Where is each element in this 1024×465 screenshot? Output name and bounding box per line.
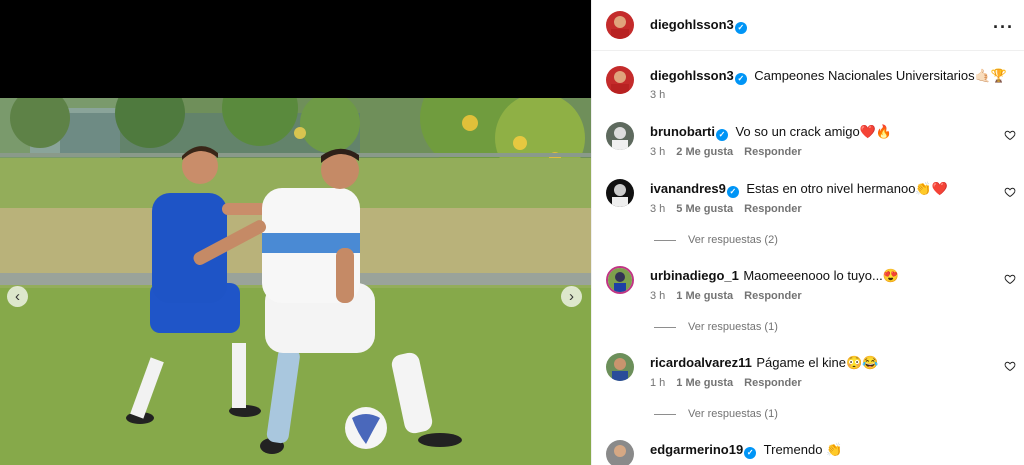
comment-username[interactable]: urbinadiego_1 bbox=[650, 268, 739, 283]
reply-button[interactable]: Responder bbox=[744, 146, 801, 158]
comment-username[interactable]: edgarmerino19 bbox=[650, 442, 743, 457]
comments-panel: diegohlsson3 ✓ ··· diegohlsson3 ✓ Campeone… bbox=[591, 0, 1024, 465]
commenter-avatar[interactable] bbox=[606, 353, 634, 381]
comment-likes[interactable]: 2 Me gusta bbox=[676, 146, 733, 158]
view-replies-button[interactable]: Ver respuestas (1) bbox=[654, 408, 778, 420]
divider bbox=[654, 239, 676, 241]
verified-badge-icon: ✓ bbox=[716, 129, 728, 141]
divider bbox=[654, 326, 676, 328]
comment-likes[interactable]: 5 Me gusta bbox=[676, 203, 733, 215]
verified-badge-icon: ✓ bbox=[734, 73, 747, 85]
heart-icon[interactable] bbox=[1004, 273, 1016, 285]
caption: diegohlsson3 ✓ Campeones Nacionales Unive… bbox=[650, 67, 1007, 85]
author-avatar[interactable] bbox=[606, 66, 634, 94]
reply-button[interactable]: Responder bbox=[744, 377, 801, 389]
view-replies-label: Ver respuestas (1) bbox=[688, 321, 778, 333]
author-avatar[interactable] bbox=[606, 11, 634, 39]
comment-time: 3 h bbox=[650, 290, 666, 302]
caption-username[interactable]: diegohlsson3 bbox=[650, 68, 734, 83]
comment: brunobarti ✓ Vo so un crack amigo❤️🔥 bbox=[650, 123, 892, 141]
heart-icon[interactable] bbox=[1004, 360, 1016, 372]
comment-likes[interactable]: 1 Me gusta bbox=[676, 377, 733, 389]
comment-text: Tremendo 👏 bbox=[763, 442, 843, 457]
comment-text: Maomeeenooo lo tuyo...😍 bbox=[743, 268, 899, 283]
comment-username[interactable]: ricardoalvarez11 bbox=[650, 355, 752, 370]
caption-text: Campeones Nacionales Universitarios🤙🏻🏆 bbox=[754, 68, 1008, 83]
verified-badge-icon: ✓ bbox=[744, 447, 757, 459]
comment-meta: 3 h 2 Me gusta Responder bbox=[650, 146, 813, 158]
comment: ivanandres9 ✓ Estas en otro nivel hermano… bbox=[650, 180, 948, 198]
comment-time: 3 h bbox=[650, 203, 666, 215]
comment-meta: 3 h 1 Me gusta Responder bbox=[650, 290, 813, 302]
author-username[interactable]: diegohlsson3 bbox=[650, 17, 734, 32]
verified-badge-icon: ✓ bbox=[726, 186, 739, 198]
heart-icon[interactable] bbox=[1004, 129, 1016, 141]
commenter-avatar[interactable] bbox=[606, 179, 634, 207]
comment: ricardoalvarez11 Págame el kine😳😂 bbox=[650, 354, 878, 372]
view-replies-label: Ver respuestas (1) bbox=[688, 408, 778, 420]
comment-text: Págame el kine😳😂 bbox=[756, 355, 879, 370]
comment-text: Estas en otro nivel hermanoo👏❤️ bbox=[746, 181, 948, 196]
heart-icon[interactable] bbox=[1004, 186, 1016, 198]
chevron-left-icon[interactable]: ‹ bbox=[7, 286, 28, 307]
post-photo[interactable] bbox=[0, 98, 591, 465]
divider bbox=[654, 413, 676, 415]
comment: urbinadiego_1 Maomeeenooo lo tuyo...😍 bbox=[650, 267, 899, 285]
view-replies-button[interactable]: Ver respuestas (2) bbox=[654, 234, 778, 246]
comment-time: 1 h bbox=[650, 377, 666, 389]
comment-text: Vo so un crack amigo❤️🔥 bbox=[735, 124, 893, 139]
more-options-icon[interactable]: ··· bbox=[993, 17, 1014, 38]
commenter-avatar[interactable] bbox=[606, 440, 634, 465]
comment-meta: 1 h 1 Me gusta Responder bbox=[650, 377, 813, 389]
comment: edgarmerino19 ✓ Tremendo 👏 bbox=[650, 441, 842, 459]
comment-username[interactable]: brunobarti bbox=[650, 124, 715, 139]
reply-button[interactable]: Responder bbox=[744, 203, 801, 215]
view-replies-label: Ver respuestas (2) bbox=[688, 234, 778, 246]
comment-meta: 3 h 5 Me gusta Responder bbox=[650, 203, 813, 215]
caption-time: 3 h bbox=[650, 89, 666, 101]
view-replies-button[interactable]: Ver respuestas (1) bbox=[654, 321, 778, 333]
chevron-right-icon[interactable]: › bbox=[561, 286, 582, 307]
post-header: diegohlsson3 ✓ ··· bbox=[592, 0, 1024, 51]
post-media: ‹ › bbox=[0, 0, 591, 465]
reply-button[interactable]: Responder bbox=[744, 290, 801, 302]
commenter-avatar[interactable] bbox=[606, 266, 634, 294]
verified-badge-icon: ✓ bbox=[734, 22, 747, 34]
comment-time: 3 h bbox=[650, 146, 666, 158]
comment-likes[interactable]: 1 Me gusta bbox=[676, 290, 733, 302]
commenter-avatar[interactable] bbox=[606, 122, 634, 150]
comment-username[interactable]: ivanandres9 bbox=[650, 181, 726, 196]
